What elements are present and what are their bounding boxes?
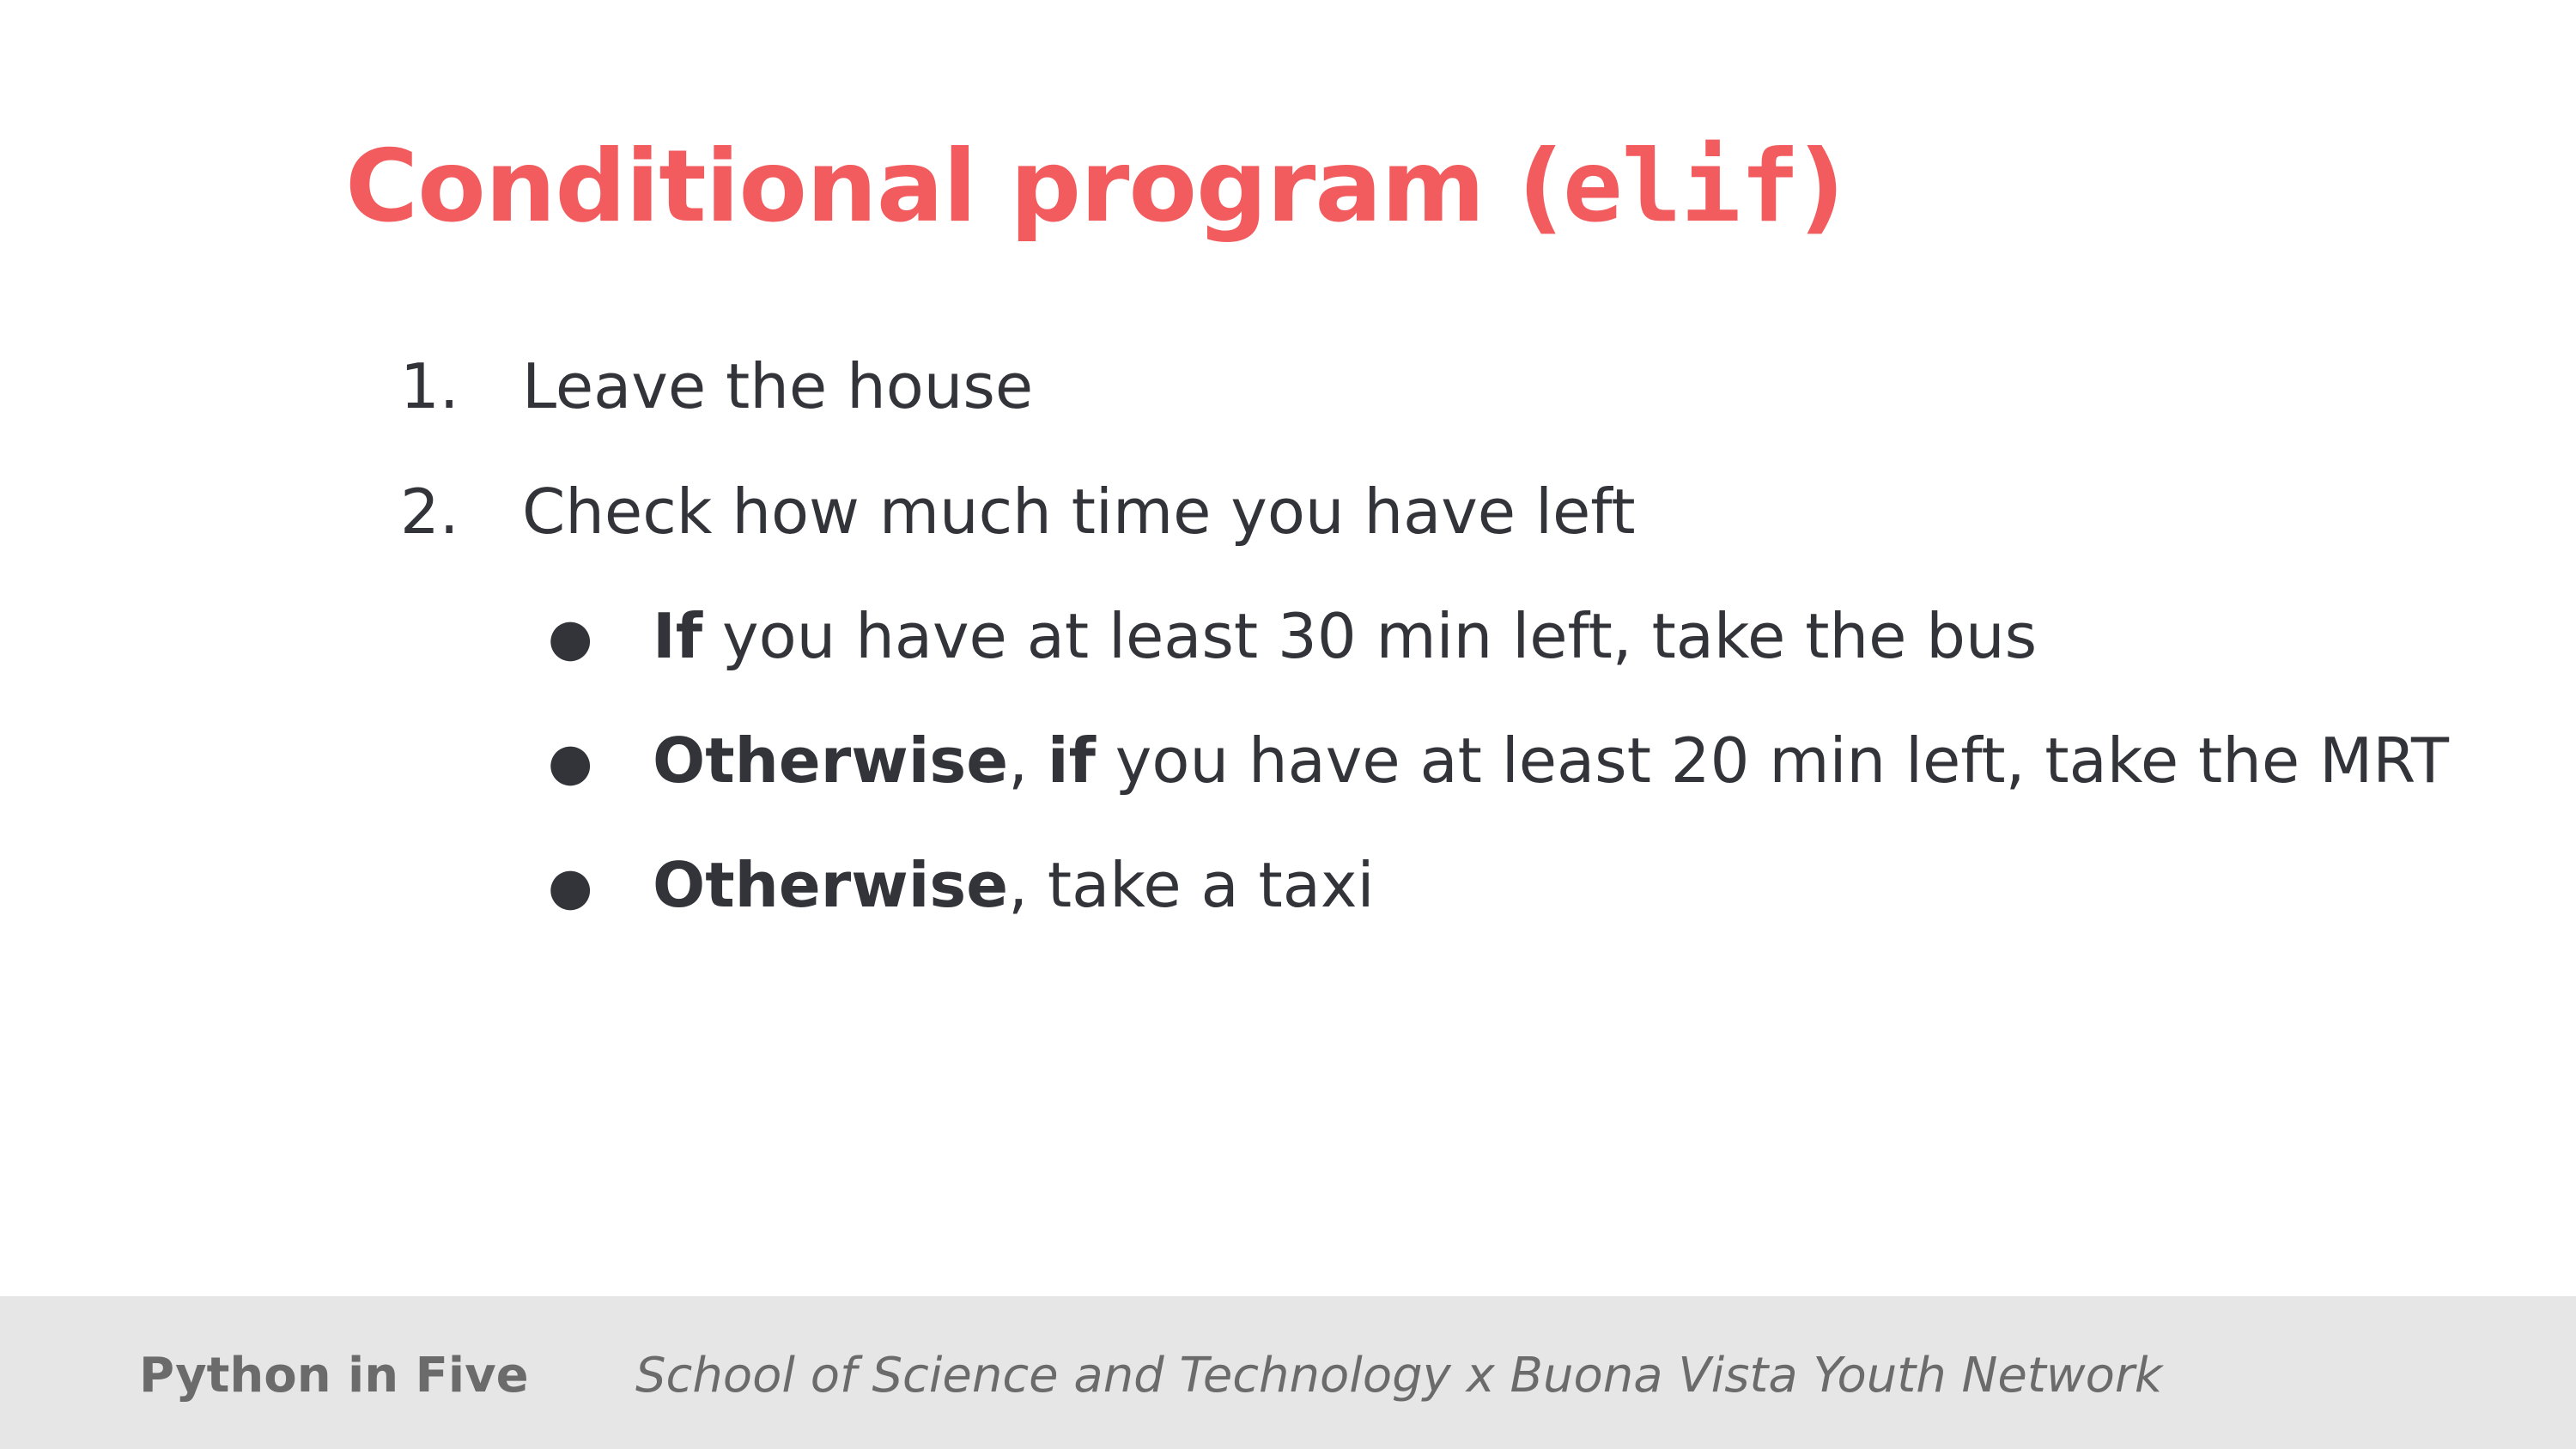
bullet-icon: ● <box>548 857 593 917</box>
slide-title: Conditional program (elif) <box>345 129 1844 245</box>
condition-body: you have at least 30 min left, take the … <box>702 600 2038 672</box>
condition-text: Otherwise, take a taxi <box>653 854 1375 916</box>
footer-bar: Python in Five School of Science and Tec… <box>0 1296 2576 1449</box>
condition-text: Otherwise, if you have at least 20 min l… <box>653 730 2449 791</box>
title-code: elif <box>1562 129 1800 245</box>
keyword: Otherwise <box>653 724 1009 797</box>
condition-body: you have at least 20 min left, take the … <box>1095 724 2449 797</box>
keyword: If <box>653 600 703 672</box>
bullet-icon: ● <box>548 608 593 668</box>
condition-text: If you have at least 30 min left, take t… <box>653 605 2037 667</box>
footer-organization: School of Science and Technology x Buona… <box>635 1348 2163 1404</box>
step-text: Leave the house <box>522 350 1034 422</box>
slide: Conditional program (elif) 1. Leave the … <box>0 0 2576 1449</box>
footer-brand: Python in Five <box>139 1348 529 1404</box>
keyword: Otherwise <box>653 849 1009 921</box>
condition-body: , take a taxi <box>1008 849 1375 921</box>
title-suffix: ) <box>1799 129 1844 245</box>
step-number: 1. <box>400 350 459 422</box>
title-text: Conditional program ( <box>345 129 1564 245</box>
keyword: if <box>1047 724 1096 797</box>
step-number: 2. <box>400 476 459 548</box>
bullet-icon: ● <box>548 732 593 792</box>
step-text: Check how much time you have left <box>522 476 1636 548</box>
separator: , <box>1008 724 1048 797</box>
